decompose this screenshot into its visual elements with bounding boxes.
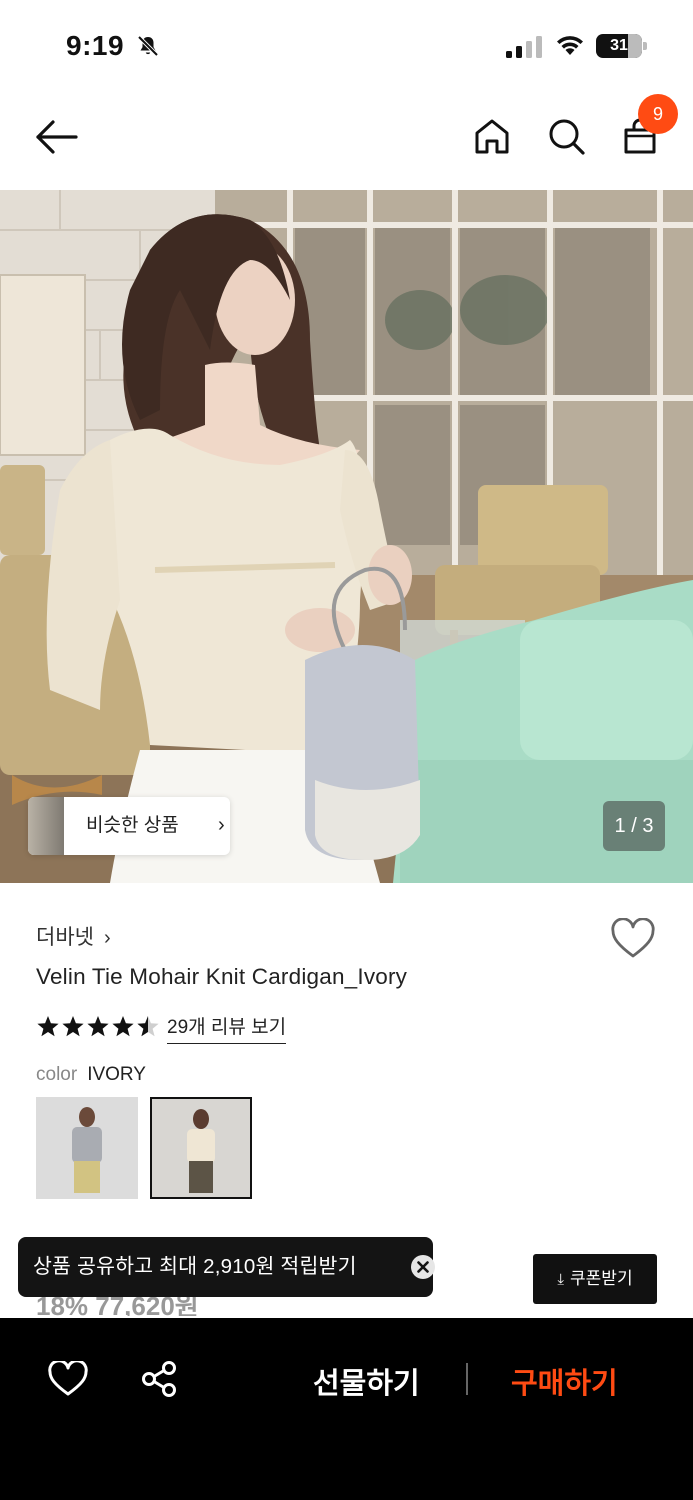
chevron-right-icon: ›: [218, 814, 225, 836]
product-photo: [0, 190, 693, 883]
brand-name: 더바넷: [36, 926, 94, 949]
swatch-image: [152, 1099, 250, 1197]
signal-icon: [506, 36, 542, 58]
bell-slash-icon: [137, 35, 159, 57]
star-rating: [36, 1012, 161, 1040]
color-value: IVORY: [87, 1064, 146, 1085]
similar-products-label: 비슷한 상품: [86, 815, 179, 836]
cart-count-badge: 9: [638, 94, 678, 134]
battery-icon: 31: [596, 34, 648, 58]
color-option-row: color IVORY: [36, 1064, 146, 1086]
share-icon[interactable]: [140, 1360, 178, 1398]
similar-products-button[interactable]: 비슷한 상품 ›: [28, 797, 230, 855]
status-time: 9:19: [66, 30, 125, 61]
color-key: color: [36, 1064, 78, 1085]
swatch-image: [36, 1097, 138, 1199]
coupon-button[interactable]: ⤓ 쿠폰받기: [533, 1254, 657, 1304]
product-title: Velin Tie Mohair Knit Cardigan_Ivory: [36, 964, 408, 989]
reviews-link[interactable]: 29개 리뷰 보기: [167, 1012, 287, 1044]
wifi-icon: [557, 36, 583, 55]
star-icons: [37, 1016, 159, 1037]
color-swatch-ivory[interactable]: [150, 1097, 252, 1199]
download-icon: ⤓: [557, 1271, 565, 1288]
divider: [466, 1363, 468, 1395]
close-icon[interactable]: [411, 1255, 435, 1279]
similar-product-thumbnail: [28, 797, 64, 855]
bottom-action-bar: 선물하기 구매하기: [0, 1318, 693, 1500]
status-bar: 9:19 31: [0, 0, 693, 92]
gift-button[interactable]: 선물하기: [313, 1360, 420, 1402]
toast-text: 상품 공유하고 최대 2,910원 적립받기: [33, 1255, 357, 1278]
search-icon[interactable]: [546, 116, 586, 156]
share-reward-toast: 상품 공유하고 최대 2,910원 적립받기: [18, 1237, 435, 1297]
home-icon[interactable]: [472, 116, 512, 156]
brand-link[interactable]: 더바넷 ›: [36, 921, 111, 951]
product-image-carousel[interactable]: 1 / 3: [0, 190, 693, 883]
buy-button[interactable]: 구매하기: [511, 1360, 618, 1402]
battery-level: 31: [610, 37, 628, 54]
image-counter: 1 / 3: [603, 801, 665, 851]
heart-icon[interactable]: [48, 1361, 88, 1397]
coupon-label: 쿠폰받기: [570, 1269, 633, 1288]
heart-outline-icon[interactable]: [610, 918, 656, 960]
chevron-right-icon: ›: [103, 927, 111, 949]
top-nav: 9: [0, 92, 693, 190]
color-swatch-gray[interactable]: [36, 1097, 138, 1199]
back-arrow-icon[interactable]: [34, 116, 80, 158]
